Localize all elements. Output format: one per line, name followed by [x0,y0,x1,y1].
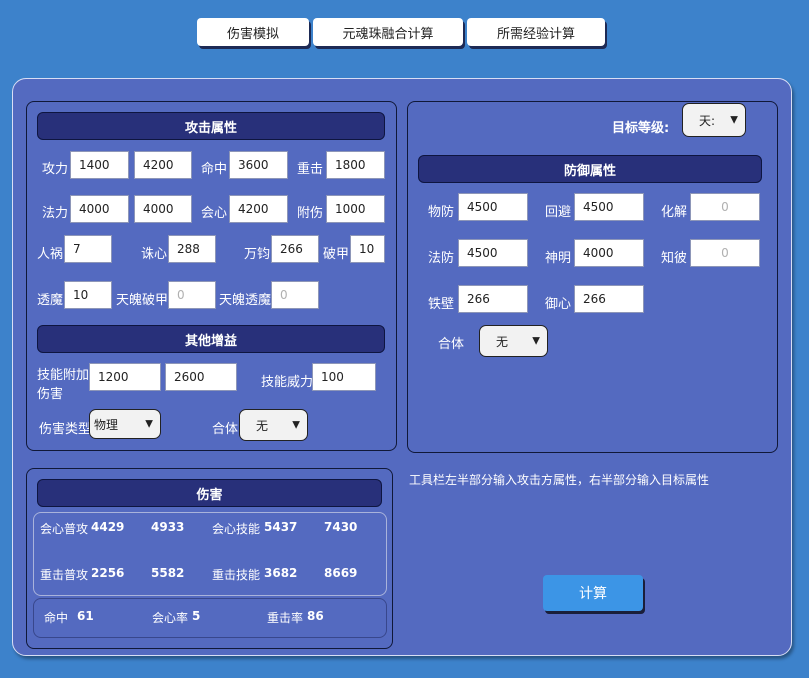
damage-header: 伤害 [37,479,382,507]
dmgtype-value: 物理 [94,417,119,432]
tiebi-input[interactable]: 266 [458,285,528,313]
target-level-label: 目标等级: [612,121,670,136]
addhurt-label: 附伤 [297,206,324,221]
hit-rate-label: 命中 [44,611,69,625]
heavy-skill-max: 8669 [324,566,358,580]
pojia-label: 破甲 [323,247,350,262]
chevron-down-icon: ▼ [730,114,738,126]
mag-min-input[interactable]: 4000 [70,195,129,223]
zhibi-input[interactable]: 0 [690,239,760,267]
fafang-label: 法防 [428,251,455,266]
atk-label: 攻力 [42,162,69,177]
tiantoumo-input[interactable]: 0 [271,281,319,309]
tianpojia-label: 天魄破甲 [116,293,169,308]
tab-soul-bead-fusion[interactable]: 元魂珠融合计算 [313,18,463,46]
target-panel [407,101,778,453]
mag-label: 法力 [42,206,69,221]
yuxin-input[interactable]: 266 [574,285,644,313]
skilladd-max-input[interactable]: 2600 [165,363,237,391]
dmgtype-label: 伤害类型 [39,422,92,437]
fafang-input[interactable]: 4500 [458,239,528,267]
crit-skill-label: 会心技能 [212,522,261,536]
addhurt-input[interactable]: 1000 [326,195,385,223]
hit-input[interactable]: 3600 [229,151,288,179]
renhuo-input[interactable]: 7 [64,235,112,263]
tiantoumo-label: 天魄透魔 [219,293,272,308]
hit-label: 命中 [201,162,228,177]
wufang-label: 物防 [428,205,455,220]
chevron-down-icon: ▼ [532,335,540,347]
skilladd-label: 技能附加伤害 [37,368,90,402]
heti-label: 合体 [212,422,239,437]
atk-max-input[interactable]: 4200 [134,151,192,179]
heavy-skill-label: 重击技能 [212,568,261,582]
dmgtype-select[interactable]: 物理 ▼ [89,409,161,439]
heavy-input[interactable]: 1800 [326,151,385,179]
attack-header: 攻击属性 [37,112,385,140]
chevron-down-icon: ▼ [145,418,153,430]
tab-exp-calc[interactable]: 所需经验计算 [467,18,605,46]
heavy-skill-min: 3682 [264,566,298,580]
shenming-input[interactable]: 4000 [574,239,644,267]
crit-normal-label: 会心普攻 [40,522,89,536]
chevron-down-icon: ▼ [292,419,300,431]
hit-rate-value: 61 [77,609,94,623]
tiebi-label: 铁壁 [428,297,455,312]
skillpower-label: 技能威力 [261,375,314,390]
zhibi-label: 知彼 [661,251,688,266]
mag-max-input[interactable]: 4000 [134,195,192,223]
tab-damage-sim[interactable]: 伤害模拟 [197,18,309,46]
heti-select[interactable]: 无 ▼ [239,409,308,441]
toumo-input[interactable]: 10 [64,281,112,309]
shenming-label: 神明 [545,251,572,266]
skillpower-input[interactable]: 100 [312,363,376,391]
heavy-normal-min: 2256 [91,566,125,580]
heavy-rate-label: 重击率 [267,611,304,625]
toumo-label: 透魔 [37,293,64,308]
wufang-input[interactable]: 4500 [458,193,528,221]
wanjun-label: 万钧 [244,247,271,262]
heavy-normal-max: 5582 [151,566,185,580]
renhuo-label: 人祸 [37,247,64,262]
crit-rate-value: 5 [192,609,201,623]
huajie-label: 化解 [661,205,688,220]
tianpojia-input[interactable]: 0 [168,281,216,309]
target-heti-select[interactable]: 无 ▼ [479,325,548,357]
calculate-button[interactable]: 计算 [543,575,643,611]
zhuxin-input[interactable]: 288 [168,235,216,263]
heti-value: 无 [256,418,269,433]
atk-min-input[interactable]: 1400 [70,151,129,179]
crit-skill-max: 7430 [324,520,358,534]
crit-label: 会心 [201,206,228,221]
heavy-normal-label: 重击普攻 [40,568,89,582]
huajie-input[interactable]: 0 [690,193,760,221]
crit-normal-min: 4429 [91,520,125,534]
defense-header: 防御属性 [418,155,762,183]
target-level-value: 天: [699,113,716,128]
other-buff-header: 其他增益 [37,325,385,353]
target-heti-label: 合体 [438,337,465,352]
skilladd-min-input[interactable]: 1200 [89,363,161,391]
crit-rate-label: 会心率 [152,611,189,625]
wanjun-input[interactable]: 266 [271,235,319,263]
target-level-select[interactable]: 天: ▼ [682,103,746,137]
huibi-input[interactable]: 4500 [574,193,644,221]
pojia-input[interactable]: 10 [350,235,385,263]
heavy-rate-value: 86 [307,609,324,623]
zhuxin-label: 诛心 [141,247,168,262]
heavy-label: 重击 [297,162,324,177]
huibi-label: 回避 [545,205,572,220]
crit-input[interactable]: 4200 [229,195,288,223]
crit-skill-min: 5437 [264,520,298,534]
yuxin-label: 御心 [545,297,572,312]
crit-normal-max: 4933 [151,520,185,534]
target-heti-value: 无 [496,334,509,349]
hint-text: 工具栏左半部分输入攻击方属性，右半部分输入目标属性 [409,473,710,487]
